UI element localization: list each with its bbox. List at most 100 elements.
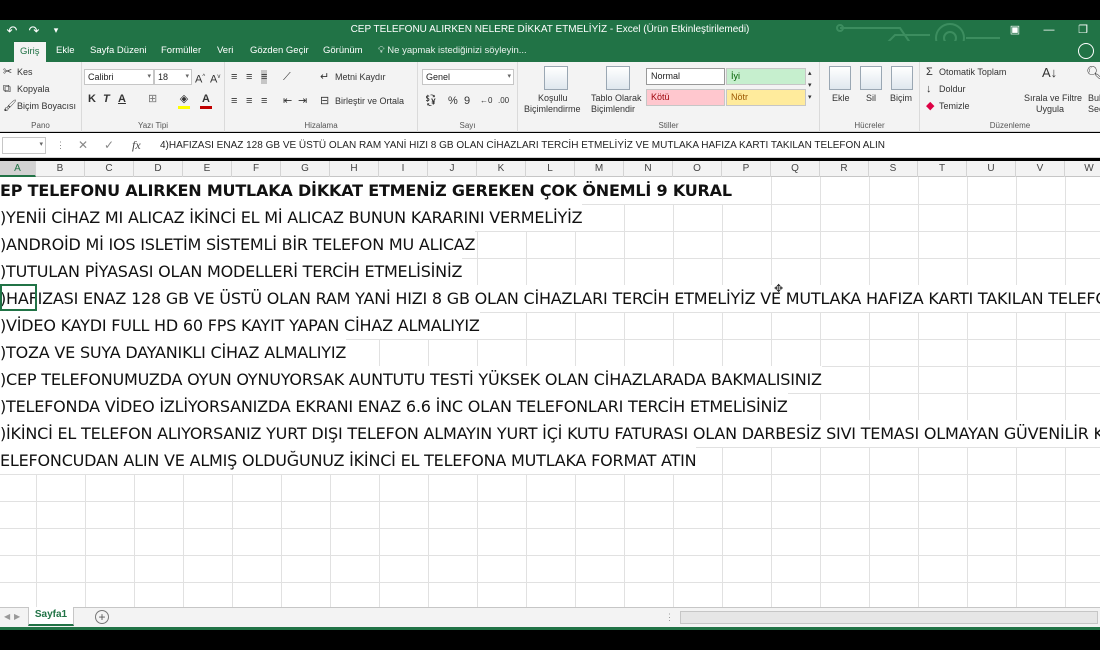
column-header[interactable]: N [624, 161, 673, 177]
minimize-icon[interactable]: — [1032, 20, 1066, 41]
style-bad[interactable]: Kötü [646, 89, 725, 106]
tab-review[interactable]: Gözden Geçir [244, 41, 315, 62]
restore-icon[interactable]: ❐ [1066, 20, 1100, 41]
prev-sheet-icon[interactable]: ◀ [4, 610, 10, 624]
add-sheet-button[interactable]: + [95, 610, 109, 624]
cell-rule[interactable]: )TUTULAN PİYASASI OLAN MODELLERİ TERCİH … [0, 258, 462, 285]
user-icon[interactable] [1078, 43, 1094, 59]
select-label[interactable]: Seç [1088, 104, 1100, 114]
cell-rule[interactable]: )YENİİ CİHAZ MI ALICAZ İKİNCİ EL Mİ ALIC… [0, 204, 583, 231]
cell-rule[interactable]: )TELEFONDA VİDEO İZLİYORSANIZDA EKRANI E… [0, 393, 788, 420]
column-header[interactable]: L [526, 161, 575, 177]
style-normal[interactable]: Normal [646, 68, 725, 85]
cell-rule[interactable]: )ANDROİD Mİ IOS ISLETİM SİSTEMLİ BİR TEL… [0, 231, 476, 258]
font-color-icon[interactable]: A [200, 92, 212, 109]
style-neutral[interactable]: Nötr [726, 89, 806, 106]
cancel-icon[interactable]: ✕ [78, 138, 88, 152]
increase-indent-icon[interactable]: ⇥ [298, 94, 307, 108]
tab-formulas[interactable]: Formüller [155, 41, 207, 62]
format-as-table-label-1[interactable]: Tablo Olarak [591, 93, 642, 103]
selected-cell[interactable] [0, 284, 37, 311]
column-header[interactable]: M [575, 161, 624, 177]
cell-rule[interactable]: )VİDEO KAYDI FULL HD 60 FPS KAYIT YAPAN … [0, 312, 480, 339]
column-header[interactable]: H [330, 161, 379, 177]
column-header[interactable]: E [183, 161, 232, 177]
column-header[interactable]: Q [771, 161, 820, 177]
insert-function-icon[interactable]: fx [132, 138, 141, 153]
tab-view[interactable]: Görünüm [317, 41, 369, 62]
sort-filter-label-2[interactable]: Uygula [1036, 104, 1064, 114]
formula-input[interactable]: 4)HAFIZASI ENAZ 128 GB VE ÜSTÜ OLAN RAM … [160, 137, 1100, 154]
wrap-text-button[interactable]: Metni Kaydır [335, 72, 386, 82]
column-header[interactable]: R [820, 161, 869, 177]
decrease-font-icon[interactable]: Av [210, 70, 220, 87]
column-header[interactable]: S [869, 161, 918, 177]
column-header[interactable]: G [281, 161, 330, 177]
column-header[interactable]: I [379, 161, 428, 177]
merge-center-button[interactable]: Birleştir ve Ortala [335, 96, 404, 106]
delete-cells-button[interactable]: Sil [866, 93, 876, 103]
comma-style-button[interactable]: 9 [464, 94, 470, 108]
column-header[interactable]: P [722, 161, 771, 177]
column-header[interactable]: U [967, 161, 1016, 177]
bold-button[interactable]: K [88, 92, 96, 106]
percent-button[interactable]: % [448, 94, 458, 108]
format-painter-button[interactable]: Biçim Boyacısı [17, 101, 76, 111]
cell-rule[interactable]: )HAFIZASI ENAZ 128 GB VE ÜSTÜ OLAN RAM Y… [0, 285, 1100, 312]
clear-button[interactable]: Temizle [939, 101, 970, 111]
underline-button[interactable]: A [118, 92, 126, 106]
cell-rule[interactable]: ELEFONCUDAN ALIN VE ALMIŞ OLDUĞUNUZ İKİN… [0, 447, 697, 474]
enter-icon[interactable]: ✓ [104, 138, 114, 152]
column-header[interactable]: A [0, 161, 36, 177]
align-left-icon[interactable]: ≡ [231, 94, 237, 108]
tab-page-layout[interactable]: Sayfa Düzeni [84, 41, 153, 62]
column-header[interactable]: K [477, 161, 526, 177]
font-size-select[interactable]: 18 ▾ [154, 69, 192, 85]
column-header[interactable]: W [1065, 161, 1100, 177]
column-header[interactable]: D [134, 161, 183, 177]
italic-button[interactable]: T [103, 92, 110, 106]
sheet-tab-active[interactable]: Sayfa1 [28, 607, 74, 626]
name-box[interactable]: ▾ [2, 137, 46, 154]
styles-scroll-icon[interactable]: ▴ ▾ ▾ [808, 68, 812, 104]
increase-decimal-icon[interactable]: ←0 [480, 94, 492, 108]
cut-button[interactable]: Kes [17, 67, 33, 77]
style-good[interactable]: İyi [726, 68, 806, 85]
decrease-decimal-icon[interactable]: .00 [498, 94, 509, 108]
copy-button[interactable]: Kopyala [17, 84, 50, 94]
format-cells-button[interactable]: Biçim [890, 93, 912, 103]
border-icon[interactable]: ⊞ [148, 92, 157, 106]
insert-cells-button[interactable]: Ekle [832, 93, 850, 103]
align-right-icon[interactable]: ≡ [261, 94, 267, 108]
next-sheet-icon[interactable]: ▶ [14, 610, 20, 624]
column-header[interactable]: J [428, 161, 477, 177]
conditional-formatting-label-1[interactable]: Koşullu [538, 93, 568, 103]
tell-me-box[interactable]: 💡︎ Ne yapmak istediğinizi söyleyin... [378, 41, 527, 62]
column-header[interactable]: V [1016, 161, 1065, 177]
cell-rule[interactable]: )İKİNCİ EL TELEFON ALIYORSANIZ YURT DIŞI… [0, 420, 1100, 447]
horizontal-scrollbar[interactable] [680, 611, 1098, 624]
cell-rule[interactable]: )CEP TELEFONUMUZDA OYUN OYNUYORSAK AUNTU… [0, 366, 822, 393]
tab-home[interactable]: Giriş [14, 41, 46, 62]
increase-font-icon[interactable]: A^ [195, 70, 205, 87]
number-format-select[interactable]: Genel ▾ [422, 69, 514, 85]
font-name-select[interactable]: Calibri ▾ [84, 69, 154, 85]
format-as-table-label-2[interactable]: Biçimlendir [591, 104, 635, 114]
sort-filter-label-1[interactable]: Sırala ve Filtre [1024, 93, 1082, 103]
column-header[interactable]: T [918, 161, 967, 177]
cell-grid[interactable]: EP TELEFONU ALIRKEN MUTLAKA DİKKAT ETMEN… [0, 177, 1100, 607]
cell-rule[interactable]: )TOZA VE SUYA DAYANIKLI CİHAZ ALMALIYIZ [0, 339, 346, 366]
fill-color-icon[interactable]: ◈ [178, 92, 190, 109]
tab-data[interactable]: Veri [211, 41, 239, 62]
autosum-button[interactable]: Otomatik Toplam [939, 67, 1006, 77]
column-header[interactable]: F [232, 161, 281, 177]
cell-title[interactable]: EP TELEFONU ALIRKEN MUTLAKA DİKKAT ETMEN… [0, 177, 732, 204]
orientation-icon[interactable]: ⟋ [283, 70, 291, 84]
conditional-formatting-label-2[interactable]: Biçimlendirme [524, 104, 581, 114]
align-middle-icon[interactable]: ≡ [246, 70, 252, 84]
column-header[interactable]: C [85, 161, 134, 177]
currency-icon[interactable]: 💱︎ [424, 94, 438, 108]
align-top-icon[interactable]: ≡ [231, 70, 237, 84]
fill-button[interactable]: Doldur [939, 84, 966, 94]
tab-insert[interactable]: Ekle [50, 41, 80, 62]
